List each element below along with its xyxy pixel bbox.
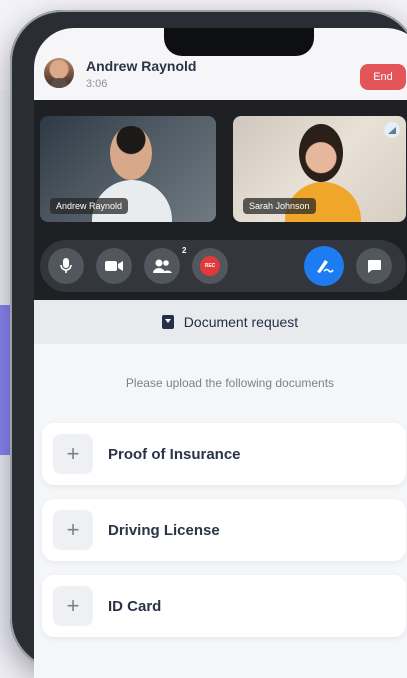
plus-icon[interactable]: + [53, 586, 93, 626]
control-bar: 2 REC [40, 240, 406, 292]
video-camera-icon [105, 261, 123, 271]
document-download-icon [161, 315, 174, 329]
call-controls: 2 REC [34, 234, 407, 300]
record-icon: REC [200, 256, 220, 276]
video-name-label: Sarah Johnson [243, 198, 316, 214]
document-item-label: Proof of Insurance [108, 446, 241, 463]
video-area: Andrew Raynold Sarah Johnson [34, 100, 407, 234]
plus-icon[interactable]: + [53, 510, 93, 550]
record-button[interactable]: REC [192, 248, 228, 284]
avatar [44, 58, 74, 88]
document-item-proof-of-insurance[interactable]: + Proof of Insurance [42, 423, 406, 485]
document-panel: Document request Please upload the follo… [34, 300, 407, 678]
participants-icon [153, 259, 172, 273]
caller-name: Andrew Raynold [86, 58, 197, 74]
document-request-title: Document request [183, 314, 299, 330]
end-call-button[interactable]: End [360, 64, 406, 90]
participants-button[interactable] [144, 248, 180, 284]
phone-screen: Andrew Raynold 3:06 End Andrew Raynold S… [34, 28, 407, 678]
video-tile-andrew[interactable]: Andrew Raynold [40, 116, 216, 222]
chat-button[interactable] [356, 248, 392, 284]
microphone-button[interactable] [48, 248, 84, 284]
document-item-label: ID Card [108, 598, 162, 615]
signature-button[interactable] [304, 246, 344, 286]
document-item-label: Driving License [108, 522, 220, 539]
person-head [110, 126, 152, 180]
call-duration: 3:06 [86, 78, 108, 90]
document-item-driving-license[interactable]: + Driving License [42, 499, 406, 561]
signature-icon [317, 260, 334, 273]
document-instructions: Please upload the following documents [125, 376, 335, 390]
camera-button[interactable] [96, 248, 132, 284]
chat-icon [368, 260, 381, 273]
video-tile-sarah[interactable]: Sarah Johnson [233, 116, 406, 222]
document-item-id-card[interactable]: + ID Card [42, 575, 406, 637]
video-name-label: Andrew Raynold [50, 198, 129, 214]
participants-count-badge: 2 [182, 246, 187, 255]
plus-icon[interactable]: + [53, 434, 93, 474]
phone-notch [164, 28, 314, 56]
phone-frame: Andrew Raynold 3:06 End Andrew Raynold S… [10, 10, 407, 678]
picture-in-picture-icon[interactable] [384, 122, 400, 138]
document-request-header: Document request [34, 300, 407, 344]
microphone-icon [60, 258, 72, 273]
person-head [299, 124, 343, 182]
